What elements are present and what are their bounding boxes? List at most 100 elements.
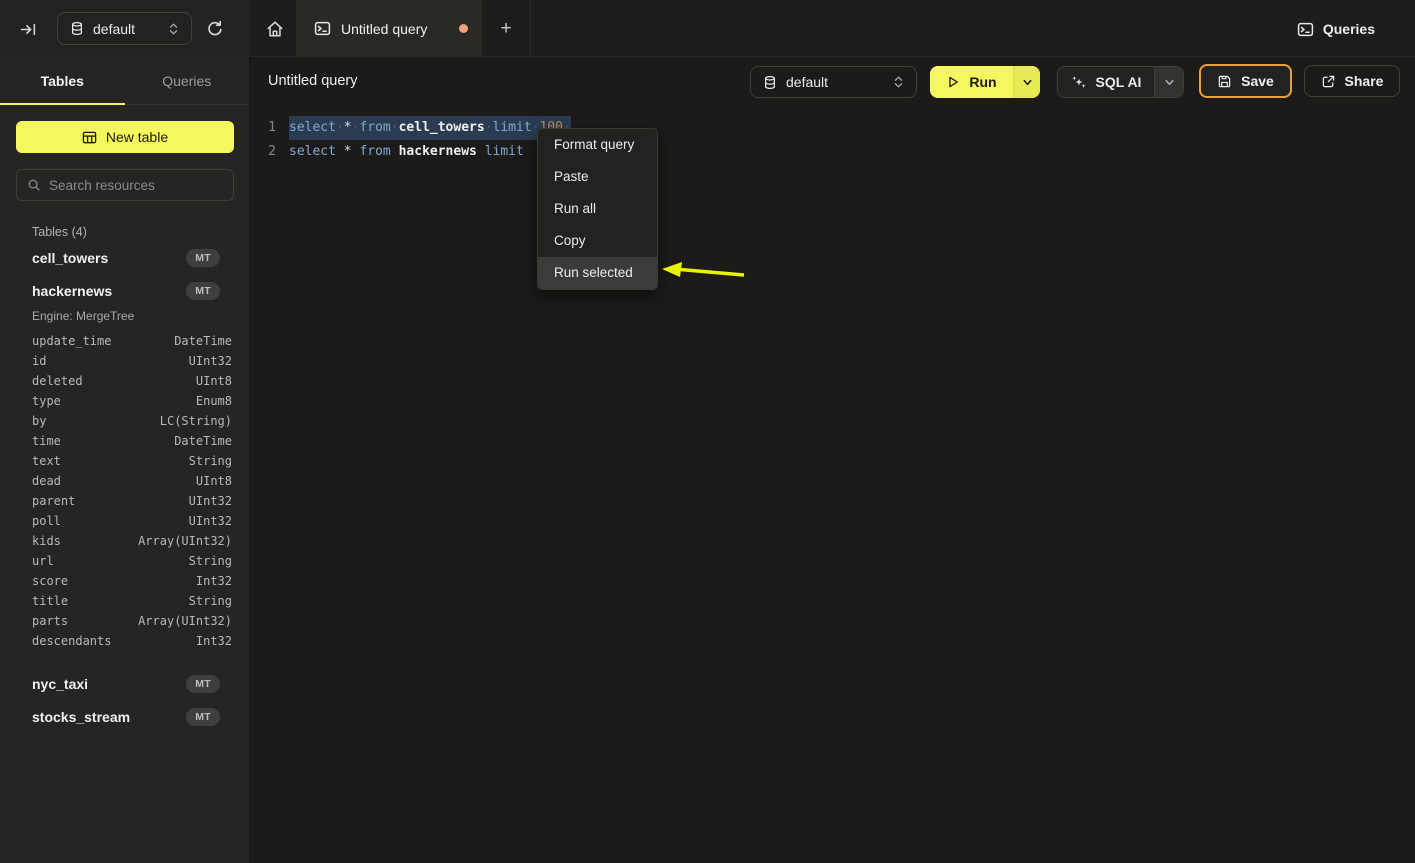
share-button[interactable]: Share — [1304, 65, 1400, 97]
column-row: pollUInt32 — [0, 511, 249, 531]
new-tab-button[interactable]: + — [492, 16, 520, 42]
column-row: partsArray(UInt32) — [0, 611, 249, 631]
line-number: 2 — [250, 140, 276, 164]
table-name: hackernews — [32, 283, 186, 299]
column-name: text — [32, 454, 189, 468]
column-row: deletedUInt8 — [0, 371, 249, 391]
code-token — [391, 144, 399, 159]
column-row: parentUInt32 — [0, 491, 249, 511]
tab-untitled-query[interactable]: Untitled query — [296, 0, 482, 57]
column-name: update_time — [32, 334, 174, 348]
table-icon — [82, 130, 97, 145]
column-row: textString — [0, 451, 249, 471]
column-name: score — [32, 574, 196, 588]
column-type: String — [189, 454, 232, 468]
main-panel: Untitled query default — [250, 57, 1415, 863]
code-token: from — [359, 120, 390, 135]
collapse-sidebar-button[interactable] — [16, 17, 40, 41]
menu-item-copy[interactable]: Copy — [538, 225, 657, 257]
column-name: title — [32, 594, 189, 608]
topbar-database-selector[interactable]: default — [57, 12, 192, 45]
column-row: update_timeDateTime — [0, 331, 249, 351]
engine-badge: MT — [186, 675, 220, 693]
sidebar-tab-tables[interactable]: Tables — [0, 57, 125, 104]
code-token — [524, 144, 532, 159]
table-row-cell_towers[interactable]: cell_towersMT — [0, 241, 249, 274]
topbar-left: default — [0, 0, 250, 57]
new-table-button[interactable]: New table — [16, 121, 234, 153]
refresh-button[interactable] — [203, 17, 227, 41]
column-type: Int32 — [196, 574, 232, 588]
menu-item-run-all[interactable]: Run all — [538, 193, 657, 225]
home-button[interactable] — [261, 16, 289, 42]
tables-section-label: Tables (4) — [32, 225, 249, 239]
sql-ai-main[interactable]: SQL AI — [1058, 67, 1154, 97]
save-button[interactable]: Save — [1199, 64, 1292, 98]
menu-item-format-query[interactable]: Format query — [538, 129, 657, 161]
column-name: dead — [32, 474, 196, 488]
refresh-icon — [206, 20, 224, 38]
table-row-stocks_stream[interactable]: stocks_streamMT — [0, 700, 249, 733]
queries-icon — [1297, 21, 1314, 38]
sql-ai-label: SQL AI — [1096, 74, 1142, 90]
table-row-hackernews[interactable]: hackernewsMT — [0, 274, 249, 307]
code-token: cell_towers — [399, 120, 485, 135]
column-name: kids — [32, 534, 138, 548]
column-type: String — [189, 554, 232, 568]
code-token: hackernews — [399, 144, 477, 159]
engine-badge: MT — [186, 282, 220, 300]
code-token — [336, 144, 344, 159]
toolbar-database-selector[interactable]: default — [750, 66, 917, 98]
column-row: idUInt32 — [0, 351, 249, 371]
menu-item-paste[interactable]: Paste — [538, 161, 657, 193]
run-options-caret[interactable] — [1013, 66, 1040, 98]
unsaved-changes-dot — [459, 24, 468, 33]
column-row: deadUInt8 — [0, 471, 249, 491]
column-type: UInt32 — [189, 514, 232, 528]
sql-editor[interactable]: 1select·*·from·cell_towers·limit·100·2 se… — [250, 116, 1415, 863]
table-row-nyc_taxi[interactable]: nyc_taxiMT — [0, 667, 249, 700]
topbar: default Untitle — [0, 0, 1415, 57]
column-type: UInt32 — [189, 354, 232, 368]
column-name: deleted — [32, 374, 196, 388]
menu-item-run-selected[interactable]: Run selected — [538, 257, 657, 289]
column-row: titleString — [0, 591, 249, 611]
search-box — [16, 169, 234, 201]
sql-ai-button[interactable]: SQL AI — [1057, 66, 1184, 98]
run-button[interactable]: Run — [930, 66, 1040, 98]
column-type: UInt8 — [196, 374, 232, 388]
column-type: UInt32 — [189, 494, 232, 508]
share-label: Share — [1345, 73, 1384, 89]
run-button-main[interactable]: Run — [930, 66, 1013, 98]
toolbar-database-value: default — [786, 74, 884, 90]
chevron-updown-icon — [168, 22, 179, 36]
column-row: urlString — [0, 551, 249, 571]
column-name: descendants — [32, 634, 196, 648]
column-type: DateTime — [174, 434, 232, 448]
column-row: timeDateTime — [0, 431, 249, 451]
code-line[interactable]: 2 select * from hackernews limit — [250, 140, 1415, 164]
sidebar-tab-queries[interactable]: Queries — [125, 57, 250, 104]
column-row: descendantsInt32 — [0, 631, 249, 651]
column-name: by — [32, 414, 160, 428]
line-text: select * from hackernews limit — [289, 140, 532, 164]
play-icon — [946, 75, 960, 89]
code-token: select — [289, 144, 336, 159]
column-row: scoreInt32 — [0, 571, 249, 591]
column-row: kidsArray(UInt32) — [0, 531, 249, 551]
code-token: limit — [485, 144, 524, 159]
tab-label: Untitled query — [341, 21, 449, 37]
run-label: Run — [969, 74, 996, 90]
database-icon — [763, 75, 777, 90]
column-type: DateTime — [174, 334, 232, 348]
column-name: parts — [32, 614, 138, 628]
code-token — [477, 144, 485, 159]
table-name: stocks_stream — [32, 709, 186, 725]
column-type: UInt8 — [196, 474, 232, 488]
sql-ai-caret[interactable] — [1154, 67, 1183, 97]
queries-button[interactable]: Queries — [1297, 14, 1375, 44]
search-icon — [27, 178, 41, 192]
search-input[interactable] — [49, 178, 223, 193]
tables-list: cell_towersMThackernewsMTEngine: MergeTr… — [0, 241, 249, 733]
code-line[interactable]: 1select·*·from·cell_towers·limit·100· — [250, 116, 1415, 140]
